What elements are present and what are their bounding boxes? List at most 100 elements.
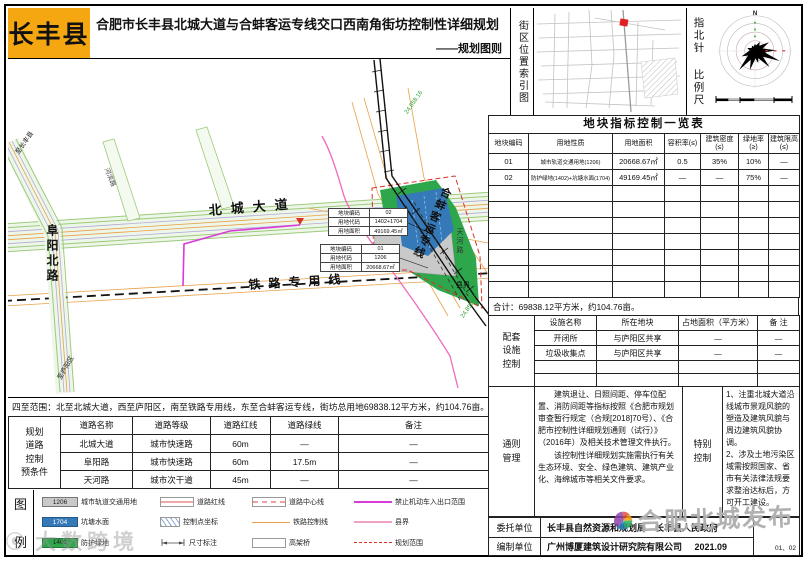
plan-date: 2021.09 bbox=[694, 542, 728, 552]
label-line: 特别 bbox=[693, 439, 712, 449]
designer-name: 广州博厦建筑设计研究院有限公司 2021.09 bbox=[540, 537, 754, 556]
col-header: 所在地块 bbox=[596, 315, 679, 331]
empty-cell bbox=[534, 373, 597, 387]
col-header: 地块编码 bbox=[488, 133, 529, 154]
branch-road-east bbox=[195, 126, 235, 210]
empty-row bbox=[488, 185, 801, 202]
empty-cell bbox=[664, 217, 701, 234]
cell: 60m bbox=[210, 434, 271, 453]
card-label: 用地面积 bbox=[328, 226, 370, 236]
index-map-label: 街区位置索引图 bbox=[516, 19, 528, 104]
north-arrow-label: 指北针 bbox=[692, 17, 705, 55]
cell: — bbox=[757, 330, 800, 346]
scope-note: 四至范围：北至北城大道，西至庐阳区，南至铁路专用线，东至合蚌客运专线，街坊总用地… bbox=[12, 402, 490, 412]
empty-cell bbox=[528, 249, 613, 266]
cell: 0.5 bbox=[664, 153, 701, 170]
cell: 45m bbox=[210, 470, 271, 489]
index-site-marker bbox=[619, 18, 629, 27]
legend-item-label: 禁止机动车入出口范围 bbox=[395, 499, 465, 507]
general-rules-text: 建筑退让、日照间距、停车位配置、消防间距等指标按照《合肥市规划审查暂行规定（合规… bbox=[534, 386, 683, 517]
cell: 北城大道 bbox=[60, 434, 133, 453]
empty-cell bbox=[612, 249, 665, 266]
card-label: 用地代码 bbox=[320, 253, 362, 263]
card-value: 20668.67㎡ bbox=[361, 262, 400, 272]
viaduct-swatch bbox=[252, 537, 286, 548]
landuse-code: 1704 bbox=[52, 518, 68, 526]
label-line: 控制 bbox=[693, 452, 712, 463]
label-line: 道路 bbox=[25, 440, 44, 450]
table-row: 阜阳路 城市快速路 60m 17.5m — bbox=[9, 452, 489, 471]
cell: 75% bbox=[738, 169, 769, 186]
county-border-label: 县界 bbox=[456, 282, 470, 289]
rules-panel: 通则 管理 建筑退让、日照间距、停车位配置、消防间距等指标按照《合肥市规划审查暂… bbox=[488, 386, 800, 517]
road-control-table: 规划 道路 控制 预条件 道路名称 道路等级 道路红线 道路绿线 备注 北城大道… bbox=[8, 416, 489, 489]
cell: 60m bbox=[210, 452, 271, 471]
col-header: 备注 bbox=[338, 416, 489, 435]
card-value: 1402+1704 bbox=[369, 217, 408, 227]
col-header: 绿地率(≥) bbox=[738, 133, 769, 154]
cell: 垃圾收集点 bbox=[534, 345, 597, 361]
empty-cell bbox=[700, 265, 739, 282]
label-line: 预条件 bbox=[20, 467, 48, 477]
legend-item: 1402 防护绿地 bbox=[42, 537, 160, 548]
special-control-text: 1、注重北城大道沿线城市景观风貌的塑造及建筑风貌与周边建筑风貌协调。 2、涉及土… bbox=[722, 386, 800, 517]
empty-cell bbox=[488, 185, 529, 202]
legend-item: 规划范围 bbox=[354, 538, 494, 548]
total-area-text: 合计：69838.12平方米，约104.76亩。 bbox=[488, 297, 799, 316]
col-header: 用地面积 bbox=[612, 133, 665, 154]
legend-item: 高架桥 bbox=[252, 537, 354, 548]
empty-cell bbox=[700, 281, 739, 298]
special-control-label: 特别 控制 bbox=[682, 386, 723, 517]
cell: — bbox=[338, 452, 489, 471]
legend-item: 控制点坐标 bbox=[160, 517, 252, 528]
empty-cell bbox=[738, 265, 769, 282]
total-area-row: 合计：69838.12平方米，约104.76亩。 bbox=[488, 297, 799, 316]
empty-cell bbox=[488, 233, 529, 250]
cell: 与庐阳区共享 bbox=[596, 330, 679, 346]
general-rules-label: 通则 管理 bbox=[488, 386, 535, 517]
empty-cell bbox=[596, 360, 679, 374]
blue-parcel-swatch: 1704 bbox=[42, 517, 78, 528]
cell: 天河路 bbox=[60, 470, 133, 489]
facility-group-label: 配套 设施 控制 bbox=[488, 315, 535, 387]
cell: 城市快速路 bbox=[132, 452, 211, 471]
empty-cell bbox=[678, 373, 758, 387]
wind-rose: N bbox=[717, 11, 793, 89]
cell: 防护绿地(1402)+坑塘水面(1704) bbox=[528, 169, 613, 186]
gray-parcel-swatch: 1206 bbox=[42, 497, 78, 508]
card-value: 02 bbox=[369, 208, 408, 218]
empty-cell bbox=[767, 201, 801, 218]
cell: 35% bbox=[700, 153, 739, 170]
legend-grid: 1206 城市轨道交通用地 道路红线 道路中心线 禁止机动车入出口范围 1704 坑… bbox=[42, 492, 482, 553]
empty-cell bbox=[528, 201, 613, 218]
legend-item-label: 铁路控制线 bbox=[293, 519, 328, 527]
cell: — bbox=[270, 434, 339, 453]
empty-cell bbox=[528, 233, 613, 250]
page-subtitle: ——规划图则 bbox=[436, 43, 502, 55]
empty-cell bbox=[700, 217, 739, 234]
empty-cell bbox=[678, 360, 758, 374]
empty-cell bbox=[767, 233, 801, 250]
cell: — bbox=[767, 153, 801, 170]
empty-cell bbox=[700, 249, 739, 266]
landuse-code: 1206 bbox=[52, 498, 68, 506]
orange-line-swatch bbox=[252, 521, 290, 523]
control-point-swatch bbox=[160, 517, 180, 528]
table-row: 01 城市轨道交通用地(1206) 20668.67㎡ 0.5 35% 10% … bbox=[488, 153, 801, 170]
table-row: 编制单位 广州博厦建筑设计研究院有限公司 2021.09 bbox=[488, 537, 800, 556]
index-label-divider bbox=[533, 8, 534, 115]
legend-item-label: 规划范围 bbox=[395, 539, 423, 547]
empty-row bbox=[488, 233, 801, 250]
pink-line-swatch bbox=[354, 521, 392, 524]
empty-cell bbox=[488, 281, 529, 298]
empty-row bbox=[488, 265, 801, 282]
green-parcel-swatch: 1402 bbox=[42, 537, 78, 548]
empty-row bbox=[488, 281, 801, 298]
empty-cell bbox=[767, 281, 801, 298]
empty-cell bbox=[528, 217, 613, 234]
cell: — bbox=[767, 169, 801, 186]
client-name: 长丰县自然资源和规划局 长丰县人民政府 bbox=[540, 517, 754, 538]
cell: 阜阳路 bbox=[60, 452, 133, 471]
paragraph: 该控制性详细规划实施需执行有关生态环境、安全、绿色建筑、建筑产业化、海绵城市等相… bbox=[538, 451, 674, 484]
card-label: 用地面积 bbox=[320, 262, 362, 272]
